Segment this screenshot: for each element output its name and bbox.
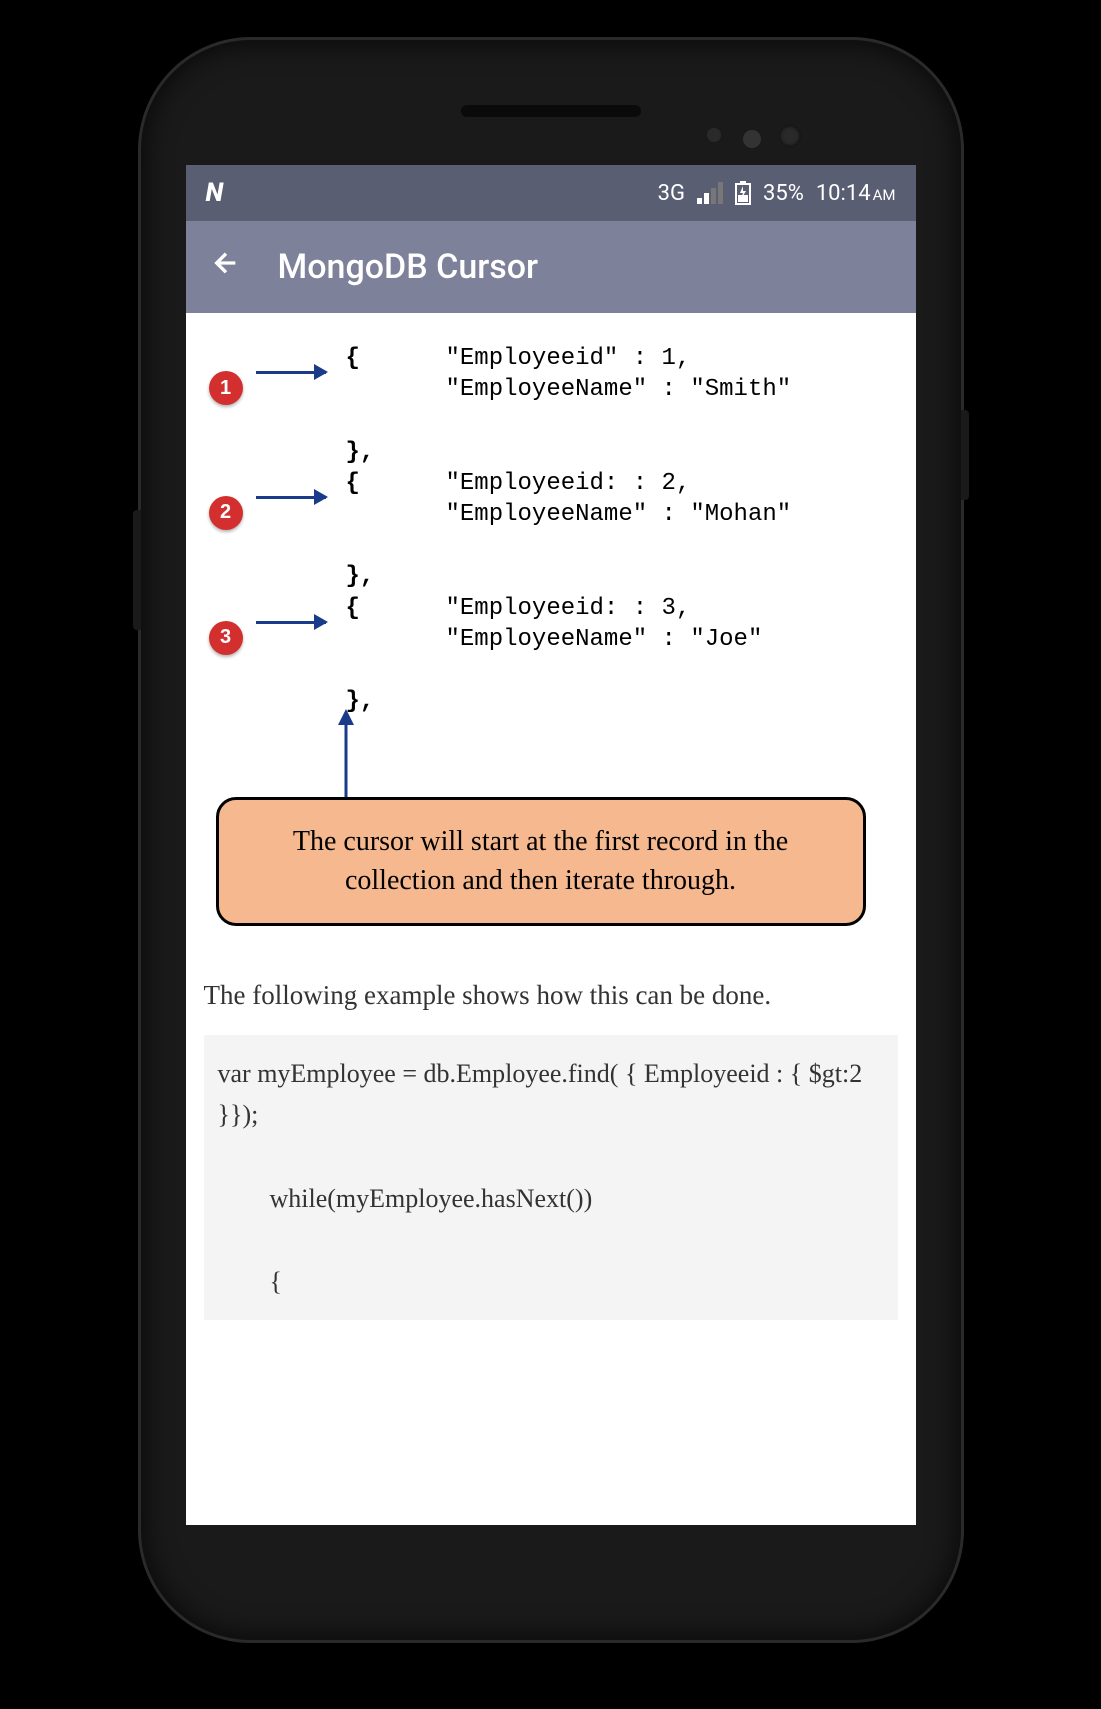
code-block: var myEmployee = db.Employee.find( { Emp… [204, 1035, 898, 1321]
step-badge-2: 2 [209, 496, 243, 530]
page-title: MongoDB Cursor [278, 247, 539, 287]
screen: N 3G 35% 10:14AM [186, 165, 916, 1525]
cursor-diagram: 1 {}, "Employeeid" : 1, "EmployeeName" :… [186, 323, 916, 976]
diagram-row: 3 {}, "Employeeid: : 3, "EmployeeName" :… [196, 593, 906, 718]
power-button [961, 410, 969, 500]
diagram-row: 1 {}, "Employeeid" : 1, "EmployeeName" :… [196, 343, 906, 468]
phone-frame: N 3G 35% 10:14AM [141, 40, 961, 1640]
arrow-right-icon [256, 621, 326, 624]
step-badge-1: 1 [209, 371, 243, 405]
content-area[interactable]: 1 {}, "Employeeid" : 1, "EmployeeName" :… [186, 313, 916, 1525]
callout-box: The cursor will start at the first recor… [216, 797, 866, 925]
status-right: 3G 35% 10:14AM [658, 181, 896, 206]
network-label: 3G [658, 181, 685, 206]
body-paragraph: The following example shows how this can… [186, 976, 916, 1035]
phone-sensor-dot [743, 130, 761, 148]
clock-time: 10:14AM [816, 181, 896, 206]
phone-sensor-dot [707, 128, 721, 142]
json-text: "Employeeid: : 2, "EmployeeName" : "Moha… [386, 468, 906, 530]
android-n-icon: N [206, 178, 223, 208]
battery-icon [735, 181, 751, 205]
json-text: "Employeeid: : 3, "EmployeeName" : "Joe" [386, 593, 906, 655]
status-bar: N 3G 35% 10:14AM [186, 165, 916, 221]
signal-icon [697, 182, 723, 204]
battery-percent: 35% [763, 181, 804, 206]
arrow-right-icon [256, 371, 326, 374]
diagram-row: 2 {}, "Employeeid: : 2, "EmployeeName" :… [196, 468, 906, 593]
volume-button [133, 510, 141, 630]
callout-arrow [306, 717, 906, 787]
step-badge-3: 3 [209, 621, 243, 655]
app-bar: MongoDB Cursor [186, 221, 916, 313]
phone-camera [779, 125, 801, 147]
json-text: "Employeeid" : 1, "EmployeeName" : "Smit… [386, 343, 906, 405]
back-button[interactable] [210, 247, 242, 287]
arrow-right-icon [256, 496, 326, 499]
